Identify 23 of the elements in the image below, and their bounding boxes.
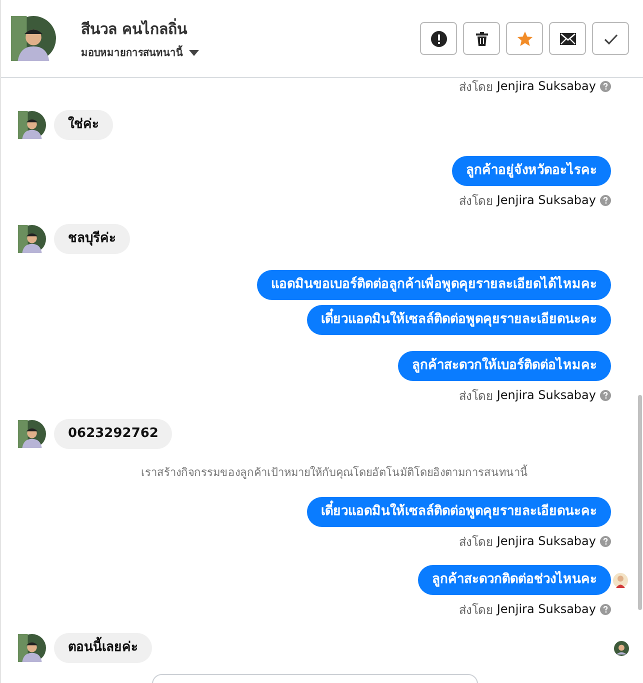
message-bubble: เดี๋ยวแอดมินให้เซลล์ติดต่อพูดคุยรายละเอียดนะคะ [307, 305, 611, 335]
sent-by-label: ส่งโดย [458, 602, 493, 618]
sent-by-label: ส่งโดย [458, 388, 493, 404]
system-notice: เราสร้างกิจกรรมของลูกค้าเป้าหมายให้กับคุณโดยอัตโนมัติโดยอิงตามการสนทนานี้ [140, 464, 529, 481]
message-bubble: ตอนนี้เลยค่ะ [54, 633, 152, 663]
message-bubble: เดี๋ยวแอดมินให้เซลล์ติดต่อพูดคุยรายละเอียดนะคะ [307, 497, 611, 527]
sender-name: Jenjira Suksabay [496, 388, 596, 402]
sender-name: Jenjira Suksabay [496, 534, 596, 548]
sent-by-label: ส่งโดย [458, 78, 493, 96]
assign-dropdown[interactable]: มอบหมายการสนทนานี้ [81, 45, 199, 60]
message-bubble: ใช่ค่ะ [54, 110, 113, 140]
message-bubble: 0623292762 [54, 419, 172, 449]
contact-name: สีนวล คนไกลถิ่น [81, 17, 188, 40]
sent-by-label: ส่งโดย [458, 534, 493, 550]
message-bubble: ชลบุรีค่ะ [54, 224, 130, 254]
sender-name: Jenjira Suksabay [496, 79, 596, 93]
message-bubble: ลูกค้าสะดวกให้เบอร์ติดต่อไหมคะ [398, 351, 611, 381]
message-bubble: แอดมินขอเบอร์ติดต่อลูกค้าเพื่อพูดคุยรายละเอียดได้ไหมคะ [257, 270, 611, 300]
sender-name: Jenjira Suksabay [496, 602, 596, 616]
sender-name: Jenjira Suksabay [496, 193, 596, 207]
message-bubble: ลูกค้าอยู่จังหวัดอะไรคะ [452, 156, 611, 186]
message-bubble: ลูกค้าสะดวกติดต่อช่วงไหนคะ [418, 565, 611, 595]
sent-by-label: ส่งโดย [458, 192, 493, 210]
